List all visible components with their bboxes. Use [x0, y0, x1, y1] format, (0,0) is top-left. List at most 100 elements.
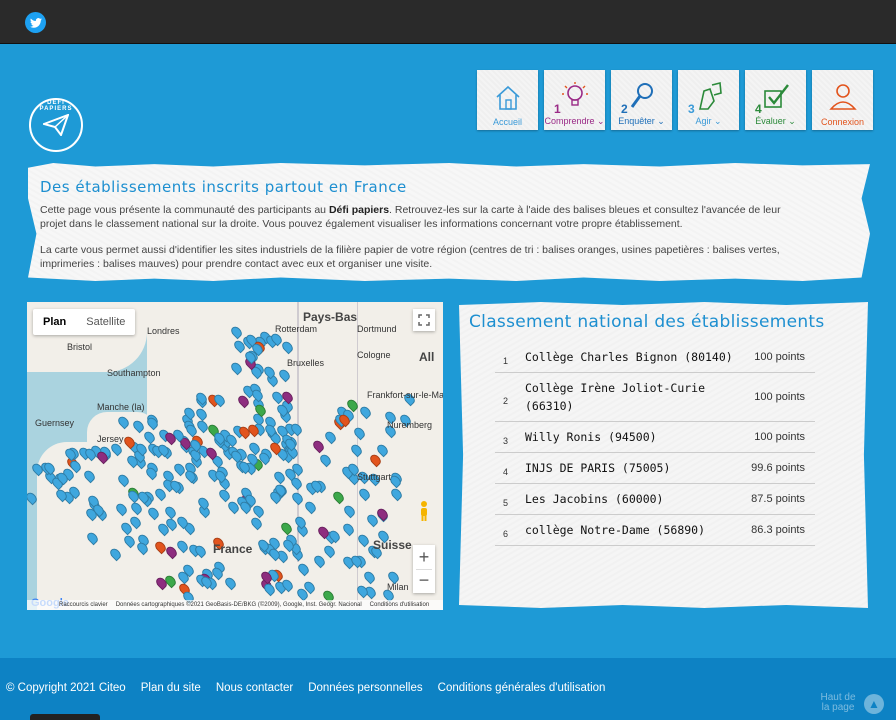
map-marker[interactable]	[131, 418, 146, 434]
ranking-school-name: Willy Ronis (94500)	[525, 421, 752, 453]
map[interactable]: Pays-Bas Londres Rotterdam Dortmund Bristol C…	[27, 302, 443, 610]
footer-link-privacy[interactable]: Données personnelles	[308, 682, 422, 694]
logo-text: DÉFI PAPIERS	[39, 100, 73, 112]
ranking-points: 99.6 points	[751, 452, 815, 484]
map-marker[interactable]	[352, 425, 367, 441]
twitter-icon[interactable]	[25, 12, 46, 33]
arrow-up-icon[interactable]: ▲	[864, 694, 884, 714]
map-marker[interactable]	[129, 500, 144, 516]
ranking-row: 1 Collège Charles Bignon (80140) 100 point…	[495, 342, 815, 373]
nav-tile-4[interactable]: 4 Évaluer ⌄	[745, 70, 806, 130]
keyboard-shortcuts-link[interactable]: Raccourcis clavier	[59, 600, 108, 610]
ranking-position: 6	[495, 514, 525, 546]
footer-link-terms[interactable]: Conditions générales d'utilisation	[438, 682, 606, 694]
map-marker[interactable]	[229, 360, 244, 376]
magnifier-icon	[630, 83, 653, 108]
map-marker[interactable]	[116, 472, 131, 488]
map-marker[interactable]	[318, 452, 333, 468]
map-marker[interactable]	[280, 339, 295, 355]
map-marker[interactable]	[303, 499, 318, 515]
ranking-points: 87.5 points	[751, 483, 815, 515]
map-marker[interactable]	[356, 532, 371, 548]
map-marker[interactable]	[389, 486, 404, 502]
map-marker[interactable]	[217, 487, 232, 503]
nav-tile-5[interactable]: Connexion	[812, 70, 873, 130]
nav-tile-1[interactable]: 1 Comprendre ⌄	[544, 70, 605, 130]
footer-links: © Copyright 2021 Citeo Plan du site Nous…	[6, 682, 605, 694]
map-place-label: Suisse	[373, 538, 412, 552]
nav-step-number: 4	[755, 102, 762, 116]
footer-link-contact[interactable]: Nous contacter	[216, 682, 293, 694]
ranking-points: 100 points	[751, 342, 815, 373]
map-marker[interactable]	[82, 468, 97, 484]
map-marker[interactable]	[27, 490, 39, 506]
back-to-top-label[interactable]: Haut de la page	[818, 693, 858, 713]
map-marker[interactable]	[342, 503, 357, 519]
pegman-icon[interactable]	[415, 498, 433, 524]
nav-step-number: 3	[688, 102, 695, 116]
map-marker[interactable]	[322, 543, 337, 559]
map-marker[interactable]	[229, 324, 244, 340]
map-marker[interactable]	[108, 546, 123, 562]
map-marker[interactable]	[223, 575, 238, 591]
nav-tile-0[interactable]: Accueil	[477, 70, 538, 130]
nav-tile-3[interactable]: 3 Agir ⌄	[678, 70, 739, 130]
map-marker[interactable]	[194, 406, 209, 422]
nav-tile-2[interactable]: 2 Enquêter ⌄	[611, 70, 672, 130]
nav-step-number: 2	[621, 102, 628, 116]
map-marker[interactable]	[349, 442, 364, 458]
map-marker[interactable]	[312, 553, 327, 569]
map-place-label: Stuttgart	[357, 472, 392, 482]
map-place-label: Cologne	[357, 350, 391, 360]
nav-label: Accueil	[492, 117, 522, 127]
ranking-row: 3 Willy Ronis (94500) 100 points	[495, 421, 815, 453]
intro-text: Cette page vous présente la communauté d…	[40, 204, 329, 216]
map-marker[interactable]	[358, 404, 373, 420]
house-icon	[496, 85, 520, 110]
map-marker[interactable]	[85, 530, 100, 546]
map-place-label: Frankfort-sur-le-Main	[367, 390, 443, 400]
map-marker[interactable]	[249, 515, 264, 531]
footer-copyright: © Copyright 2021 Citeo	[6, 682, 126, 694]
map-marker[interactable]	[142, 429, 157, 445]
fullscreen-icon[interactable]	[413, 309, 435, 331]
ranking-title: Classement national des établissements	[469, 312, 825, 332]
map-tab-plan[interactable]: Plan	[33, 309, 76, 335]
zoom-in-button[interactable]: +	[419, 545, 430, 569]
map-marker[interactable]	[116, 414, 131, 430]
zoom-control: + −	[413, 545, 435, 593]
ranking-points: 86.3 points	[751, 514, 815, 546]
terms-link[interactable]: Conditions d'utilisation	[370, 600, 430, 610]
ranking-school-name: collège Notre-Dame (56890)	[525, 514, 752, 546]
nav-label: Comprendre ⌄	[544, 116, 605, 126]
ranking-school-name: INJS DE PARIS (75005)	[525, 452, 752, 484]
ranking-row: 4 INJS DE PARIS (75005) 99.6 points	[495, 452, 815, 484]
map-marker[interactable]	[251, 503, 266, 519]
map-place-label: Rotterdam	[275, 324, 318, 334]
map-marker[interactable]	[163, 504, 178, 520]
map-marker[interactable]	[290, 490, 305, 506]
map-marker[interactable]	[357, 486, 372, 502]
map-marker[interactable]	[122, 533, 137, 549]
map-marker[interactable]	[323, 429, 338, 445]
check-icon	[764, 84, 789, 108]
map-marker[interactable]	[362, 569, 377, 585]
ranking-points: 100 points	[751, 421, 815, 453]
map-tab-satellite[interactable]: Satellite	[76, 309, 135, 335]
map-place-label: Southampton	[107, 368, 161, 378]
map-marker[interactable]	[145, 415, 160, 431]
user-icon	[829, 84, 857, 110]
map-marker[interactable]	[114, 501, 129, 517]
map-marker[interactable]	[311, 438, 326, 454]
map-marker[interactable]	[146, 505, 161, 521]
map-marker[interactable]	[279, 520, 294, 536]
map-marker[interactable]	[331, 489, 346, 505]
map-marker[interactable]	[277, 367, 292, 383]
map-place-label: Bristol	[67, 342, 93, 352]
map-marker[interactable]	[296, 561, 311, 577]
map-place-label: Milan	[387, 582, 409, 592]
map-marker[interactable]	[175, 538, 190, 554]
map-marker[interactable]	[341, 521, 356, 537]
zoom-out-button[interactable]: −	[416, 569, 432, 593]
footer-link-sitemap[interactable]: Plan du site	[141, 682, 201, 694]
